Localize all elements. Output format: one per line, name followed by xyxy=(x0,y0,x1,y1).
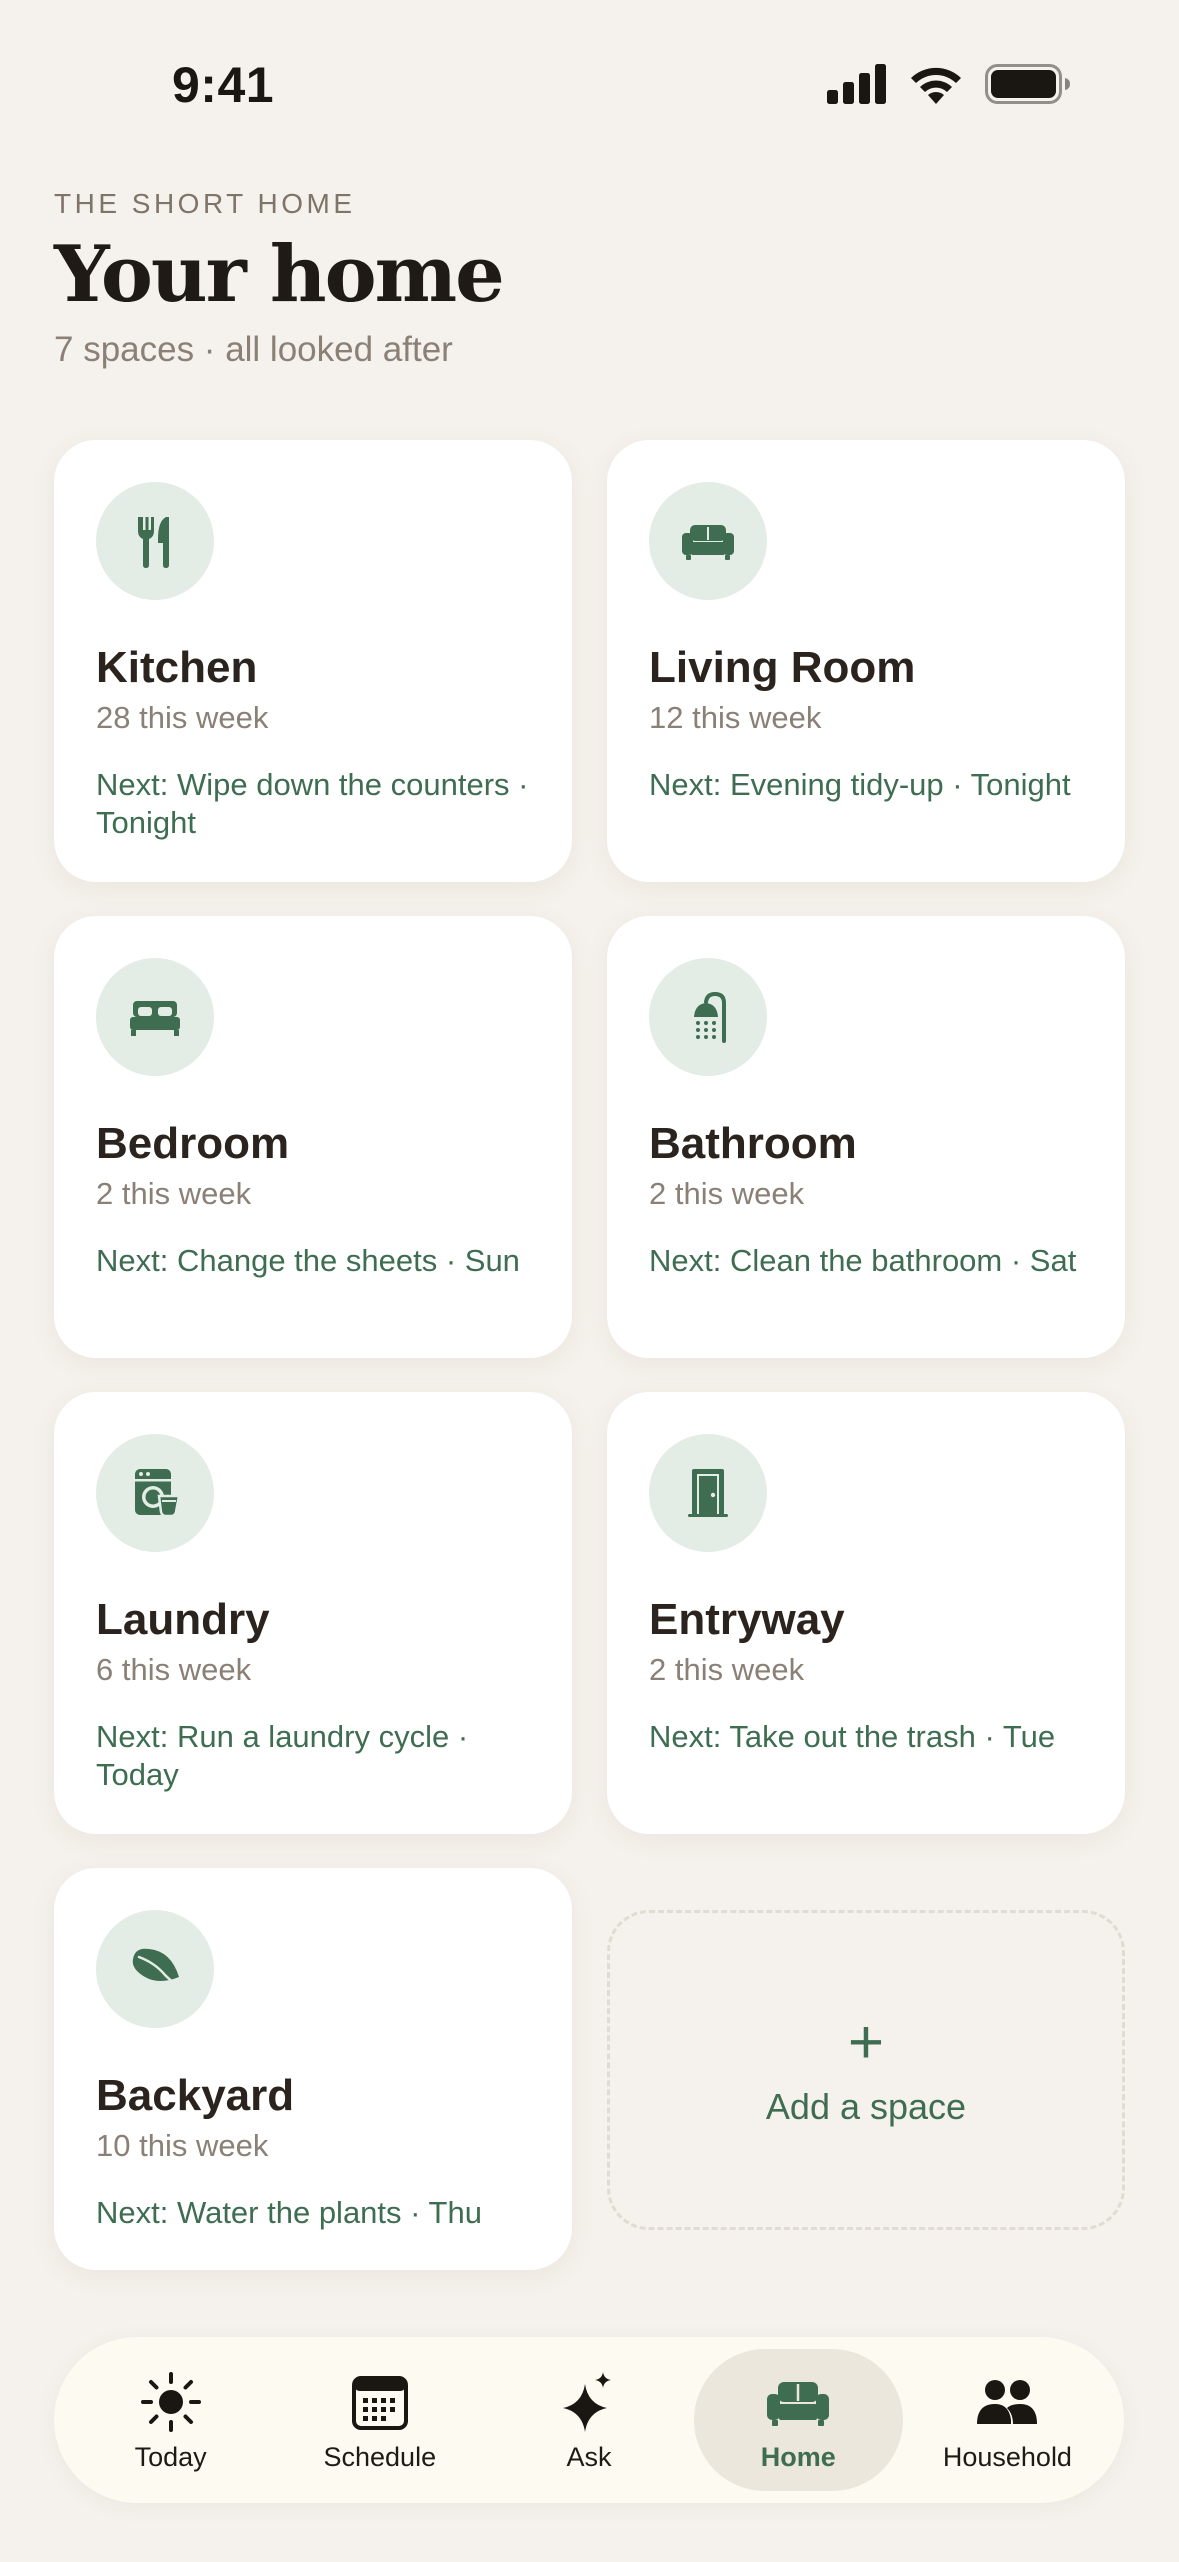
people-icon xyxy=(977,2379,1038,2424)
space-name: Bathroom xyxy=(649,1119,857,1168)
tab-label: Schedule xyxy=(323,2441,437,2472)
tab-household[interactable]: Household xyxy=(903,2349,1112,2491)
leaf-icon xyxy=(132,1948,179,1987)
page-title: Your home xyxy=(54,229,505,320)
space-card-kitchen[interactable]: Kitchen 28 this week Next: Wipe down the… xyxy=(54,440,572,882)
tab-label: Ask xyxy=(566,2441,612,2472)
fork-knife-icon xyxy=(138,517,169,568)
tab-schedule[interactable]: Schedule xyxy=(275,2349,484,2491)
space-next-task: Next: Take out the trash · Tue xyxy=(649,1719,1056,1755)
space-name: Living Room xyxy=(649,643,916,692)
tab-label: Home xyxy=(760,2441,836,2472)
space-next-task: Next: Water the plants · Thu xyxy=(96,2195,482,2231)
plus-icon: + xyxy=(847,2008,885,2077)
space-card-living-room[interactable]: Living Room 12 this week Next: Evening t… xyxy=(607,440,1125,882)
app-eyebrow: THE SHORT HOME xyxy=(54,188,356,219)
space-card-bedroom[interactable]: Bedroom 2 this week Next: Change the she… xyxy=(54,916,572,1358)
space-count: 28 this week xyxy=(96,700,269,736)
wifi-icon xyxy=(911,67,961,104)
shower-icon xyxy=(694,991,726,1043)
spaces-grid: Kitchen 28 this week Next: Wipe down the… xyxy=(54,440,1125,2270)
tab-today[interactable]: Today xyxy=(66,2349,275,2491)
space-next-task: Next: Evening tidy-up · Tonight xyxy=(649,767,1071,803)
space-next-task: Next: Clean the bathroom · Sat xyxy=(649,1243,1077,1279)
sofa-icon xyxy=(767,2381,830,2426)
status-bar: 9:41 xyxy=(0,0,1179,170)
sparkle-icon xyxy=(563,2371,611,2432)
tab-label: Household xyxy=(942,2441,1072,2472)
sun-icon xyxy=(140,2371,201,2432)
space-next-task: Next: Change the sheets · Sun xyxy=(96,1243,520,1279)
space-count: 6 this week xyxy=(96,1652,252,1688)
page-header: THE SHORT HOME Your home 7 spaces · all … xyxy=(54,188,1124,370)
door-icon xyxy=(688,1469,728,1517)
calendar-icon xyxy=(351,2375,408,2430)
space-name: Laundry xyxy=(96,1595,270,1644)
tab-label: Today xyxy=(134,2441,207,2472)
cellular-signal-icon xyxy=(827,64,886,104)
space-card-backyard[interactable]: Backyard 10 this week Next: Water the pl… xyxy=(54,1868,572,2270)
page-subtitle: 7 spaces · all looked after xyxy=(54,329,453,369)
status-time: 9:41 xyxy=(172,57,275,113)
space-next-task: Next: Wipe down the counters · Tonight xyxy=(96,767,529,841)
sofa-icon xyxy=(682,525,734,560)
space-card-bathroom[interactable]: Bathroom 2 this week Next: Clean the bat… xyxy=(607,916,1125,1358)
space-count: 2 this week xyxy=(649,1652,805,1688)
space-count: 10 this week xyxy=(96,2128,269,2164)
space-count: 2 this week xyxy=(96,1176,252,1212)
battery-icon xyxy=(985,64,1070,104)
bed-icon xyxy=(130,1001,180,1036)
tab-bar: Today Schedule Ask Home Household xyxy=(54,2337,1124,2503)
washing-machine-icon xyxy=(135,1469,181,1518)
add-space-button[interactable]: + Add a space xyxy=(607,1910,1125,2230)
status-icons xyxy=(827,64,1071,104)
space-name: Kitchen xyxy=(96,643,258,692)
tab-home[interactable]: Home xyxy=(693,2349,903,2491)
space-next-task: Next: Run a laundry cycle · Today xyxy=(96,1719,469,1793)
space-count: 2 this week xyxy=(649,1176,805,1212)
space-name: Bedroom xyxy=(96,1119,290,1168)
space-name: Entryway xyxy=(649,1595,845,1644)
space-card-entryway[interactable]: Entryway 2 this week Next: Take out the … xyxy=(607,1392,1125,1834)
space-count: 12 this week xyxy=(649,700,822,736)
space-name: Backyard xyxy=(96,2071,295,2120)
add-space-label: Add a space xyxy=(765,2086,967,2127)
space-card-laundry[interactable]: Laundry 6 this week Next: Run a laundry … xyxy=(54,1392,572,1834)
tab-ask[interactable]: Ask xyxy=(484,2349,693,2491)
